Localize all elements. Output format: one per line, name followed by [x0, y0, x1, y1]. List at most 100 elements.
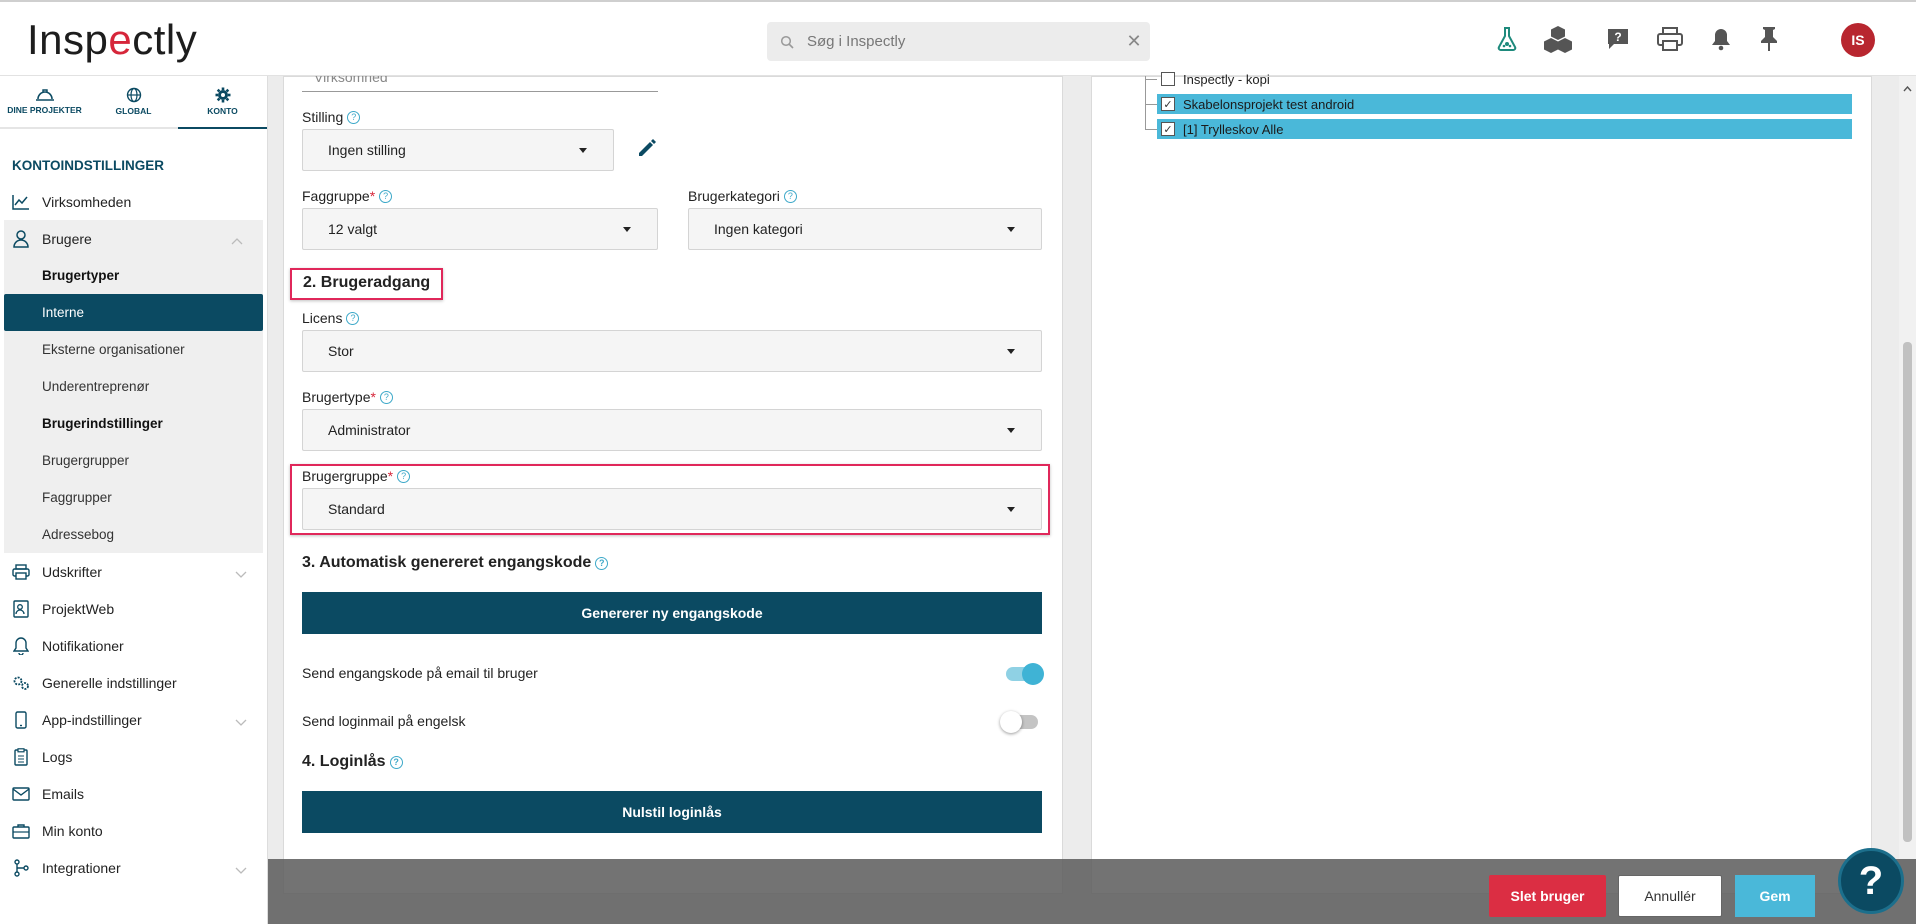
project-tree-item[interactable]: Inspectly - kopi: [1157, 69, 1457, 89]
reset-loginlock-button[interactable]: Nulstil loginlås: [302, 791, 1042, 833]
project-tree-item[interactable]: ✓ [1] Trylleskov Alle: [1157, 119, 1852, 139]
sidebar-subitem-faggrupper[interactable]: Faggrupper: [4, 479, 263, 516]
chevron-down-icon[interactable]: [235, 565, 247, 581]
chevron-up-icon[interactable]: [231, 232, 243, 248]
cancel-button[interactable]: Annullér: [1618, 875, 1722, 917]
virksomhed-field[interactable]: Virksomhed: [302, 76, 658, 92]
bell-icon[interactable]: [1706, 24, 1736, 54]
checkbox-checked[interactable]: ✓: [1161, 122, 1175, 136]
section-heading-brugeradgang: 2. Brugeradgang: [303, 274, 431, 291]
scroll-up-icon[interactable]: [1903, 79, 1912, 97]
sidebar-subitem-eksterne[interactable]: Eksterne organisationer: [4, 331, 263, 368]
sidebar-item-emails[interactable]: Emails: [0, 775, 267, 812]
chart-icon: [12, 193, 30, 211]
sidebar-item-min-konto[interactable]: Min konto: [0, 812, 267, 849]
tab-global[interactable]: GLOBAL: [89, 76, 178, 127]
sidebar-item-brugere[interactable]: Brugere: [4, 220, 263, 257]
tab-dine-projekter[interactable]: DINE PROJEKTER: [0, 76, 89, 127]
brugertype-select[interactable]: Administrator: [302, 409, 1042, 451]
briefcase-icon: [12, 822, 30, 840]
sidebar-item-udskrifter[interactable]: Udskrifter: [0, 553, 267, 590]
tree-connector: [1145, 129, 1157, 130]
sidebar-item-notifikationer[interactable]: Notifikationer: [0, 627, 267, 664]
cubes-icon[interactable]: [1543, 24, 1573, 54]
help-chat-icon[interactable]: ?: [1603, 24, 1633, 54]
tree-connector: [1145, 104, 1157, 105]
sidebar-item-logs[interactable]: Logs: [0, 738, 267, 775]
search-bar[interactable]: Søg i Inspectly ✕: [767, 22, 1150, 61]
help-icon[interactable]: ?: [379, 189, 393, 203]
dropdown-caret-icon: [1007, 227, 1015, 232]
dropdown-caret-icon: [1007, 349, 1015, 354]
scrollbar-thumb[interactable]: [1903, 342, 1912, 842]
delete-user-button[interactable]: Slet bruger: [1489, 875, 1606, 917]
help-fab-button[interactable]: ?: [1838, 848, 1904, 914]
sidebar: DINE PROJEKTER GLOBAL KONTO KONTOINDSTIL…: [0, 76, 268, 924]
send-english-toggle[interactable]: [1000, 711, 1038, 733]
dropdown-caret-icon: [579, 148, 587, 153]
brugertype-label: Brugertype *?: [302, 389, 393, 405]
sidebar-item-app-indstillinger[interactable]: App-indstillinger: [0, 701, 267, 738]
help-icon[interactable]: ?: [347, 110, 361, 124]
sidebar-subitem-underentreprenor[interactable]: Underentreprenør: [4, 368, 263, 405]
tree-connector: [1145, 76, 1146, 129]
send-email-row: Send engangskode på email til bruger: [302, 663, 1044, 685]
id-card-icon: [12, 599, 30, 618]
dropdown-caret-icon: [1007, 507, 1015, 512]
sidebar-subitem-interne[interactable]: Interne: [4, 294, 263, 331]
section-heading-loginlas: 4. Loginlås?: [302, 753, 403, 771]
user-avatar[interactable]: IS: [1841, 23, 1875, 57]
sidebar-subitem-adressebog[interactable]: Adressebog: [4, 516, 263, 553]
brugergruppe-label: Brugergruppe *?: [302, 468, 411, 484]
user-icon: [12, 229, 30, 248]
project-tree-item[interactable]: ✓ Skabelonsprojekt test android: [1157, 94, 1852, 114]
sidebar-item-projektweb[interactable]: ProjektWeb: [0, 590, 267, 627]
brugerkategori-select[interactable]: Ingen kategori: [688, 208, 1042, 250]
checkbox[interactable]: [1161, 72, 1175, 86]
search-input[interactable]: Søg i Inspectly: [807, 33, 1118, 50]
brugergruppe-select[interactable]: Standard: [302, 488, 1042, 530]
sidebar-item-virksomheden[interactable]: Virksomheden: [0, 183, 267, 220]
checkbox-checked[interactable]: ✓: [1161, 97, 1175, 111]
tree-connector: [1145, 79, 1157, 80]
brugerkategori-label: Brugerkategori?: [688, 188, 797, 204]
inspectly-logo[interactable]: Inspectly: [27, 16, 197, 64]
help-icon[interactable]: ?: [389, 755, 403, 769]
licens-select[interactable]: Stor: [302, 330, 1042, 372]
page-scrollbar[interactable]: [1899, 76, 1916, 859]
edit-pencil-icon[interactable]: [636, 137, 658, 164]
sidebar-subitem-brugergrupper[interactable]: Brugergrupper: [4, 442, 263, 479]
flask-icon[interactable]: [1492, 24, 1522, 54]
projects-tree-card: [1091, 76, 1872, 894]
stilling-select[interactable]: Ingen stilling: [302, 129, 614, 171]
faggruppe-select[interactable]: 12 valgt: [302, 208, 658, 250]
sidebar-subitem-brugertyper[interactable]: Brugertyper: [4, 257, 263, 294]
printer-icon[interactable]: [1655, 24, 1685, 54]
gears-icon: [12, 674, 30, 692]
clear-search-icon[interactable]: ✕: [1118, 31, 1150, 52]
generate-code-button[interactable]: Genererer ny engangskode: [302, 592, 1042, 634]
sidebar-item-generelle-indstillinger[interactable]: Generelle indstillinger: [0, 664, 267, 701]
help-icon[interactable]: ?: [379, 390, 393, 404]
chevron-down-icon[interactable]: [235, 861, 247, 877]
help-icon[interactable]: ?: [346, 311, 360, 325]
send-email-toggle[interactable]: [1006, 663, 1044, 685]
globe-icon: [126, 87, 141, 103]
sidebar-item-integrationer[interactable]: Integrationer: [0, 849, 267, 886]
pin-icon[interactable]: [1754, 24, 1784, 54]
licens-label: Licens?: [302, 310, 360, 326]
save-button[interactable]: Gem: [1735, 875, 1815, 917]
chevron-down-icon[interactable]: [235, 713, 247, 729]
help-icon[interactable]: ?: [595, 556, 609, 570]
tab-konto[interactable]: KONTO: [178, 76, 267, 129]
mobile-icon: [12, 710, 30, 729]
svg-text:?: ?: [1614, 30, 1621, 44]
help-icon[interactable]: ?: [397, 469, 411, 483]
helmet-icon: [35, 89, 54, 101]
sidebar-subitem-brugerindstillinger[interactable]: Brugerindstillinger: [4, 405, 263, 442]
dropdown-caret-icon: [1007, 428, 1015, 433]
top-header: Inspectly Søg i Inspectly ✕ ? IS: [0, 0, 1916, 76]
help-icon[interactable]: ?: [783, 189, 797, 203]
clipboard-icon: [12, 747, 30, 766]
bell-outline-icon: [12, 636, 30, 655]
